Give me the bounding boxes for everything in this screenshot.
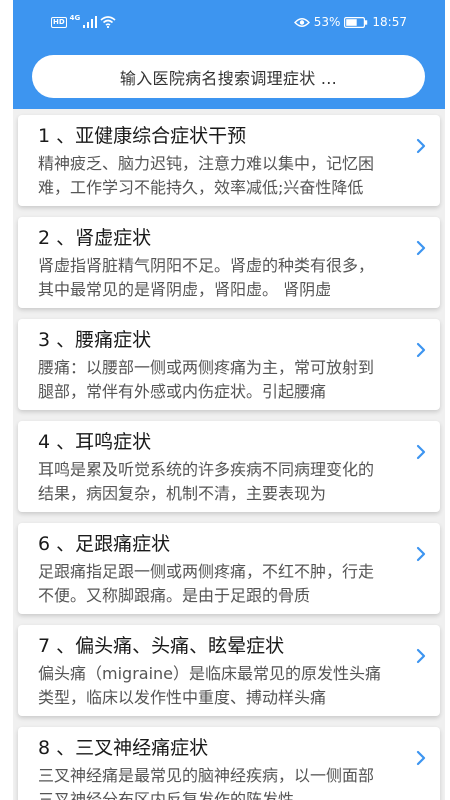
chevron-right-icon: [416, 546, 426, 562]
item-title: 2 、肾虚症状: [38, 227, 152, 249]
search-input[interactable]: 输入医院病名搜索调理症状 ...: [32, 55, 425, 98]
chevron-right-icon: [416, 342, 426, 358]
battery-percent: 53%: [313, 15, 341, 29]
list-item[interactable]: 2 、肾虚症状 肾虚指肾脏精气阴阳不足。肾虚的种类有很多，其中最常见的是肾阴虚，…: [18, 217, 440, 308]
list-item[interactable]: 1 、亚健康综合症状干预 精神疲乏、脑力迟钝，注意力难以集中，记忆困难，工作学习…: [18, 115, 440, 206]
item-title: 1 、亚健康综合症状干预: [38, 125, 247, 147]
chevron-right-icon: [416, 138, 426, 154]
wifi-icon: [100, 16, 116, 28]
chevron-right-icon: [416, 240, 426, 256]
item-description: 三叉神经痛是最常见的脑神经疾病，以一侧面部三叉神经分布区内反复发作的阵发性: [38, 766, 375, 800]
item-description: 偏头痛（migraine）是临床最常见的原发性头痛类型，临床以发作性中重度、搏动…: [38, 664, 382, 707]
app-screen: HD 4G 53% 18:57 输入医院病名搜索调理症状 ... 1 、亚健康综…: [13, 0, 445, 800]
list-item[interactable]: 3 、腰痛症状 腰痛：以腰部一侧或两侧疼痛为主，常可放射到腿部，常伴有外感或内伤…: [18, 319, 440, 410]
list-item[interactable]: 4 、耳鸣症状 耳鸣是累及听觉系统的许多疾病不同病理变化的结果，病因复杂，机制不…: [18, 421, 440, 512]
item-description: 腰痛：以腰部一侧或两侧疼痛为主，常可放射到腿部，常伴有外感或内伤症状。引起腰痛: [38, 358, 375, 401]
hd-badge: HD: [51, 16, 67, 28]
battery-icon: [344, 16, 368, 28]
list-item[interactable]: 7 、偏头痛、头痛、眩晕症状 偏头痛（migraine）是临床最常见的原发性头痛…: [18, 625, 440, 716]
chevron-right-icon: [416, 648, 426, 664]
chevron-right-icon: [416, 750, 426, 766]
item-description: 精神疲乏、脑力迟钝，注意力难以集中，记忆困难，工作学习不能持久，效率减低;兴奋性…: [38, 154, 375, 197]
status-right: 53% 18:57: [293, 14, 407, 30]
status-bar: HD 4G 53% 18:57: [13, 0, 445, 44]
list-item[interactable]: 6 、足跟痛症状 足跟痛指足跟一侧或两侧疼痛，不红不肿，行走不便。又称脚跟痛。是…: [18, 523, 440, 614]
item-title: 6 、足跟痛症状: [38, 533, 171, 555]
clock: 18:57: [372, 15, 407, 29]
item-title: 3 、腰痛症状: [38, 329, 152, 351]
list-item[interactable]: 8 、三叉神经痛症状 三叉神经痛是最常见的脑神经疾病，以一侧面部三叉神经分布区内…: [18, 727, 440, 800]
header: HD 4G 53% 18:57 输入医院病名搜索调理症状 ...: [13, 0, 445, 109]
item-description: 足跟痛指足跟一侧或两侧疼痛，不红不肿，行走不便。又称脚跟痛。是由于足跟的骨质: [38, 562, 375, 605]
item-title: 8 、三叉神经痛症状: [38, 737, 209, 759]
item-title: 7 、偏头痛、头痛、眩晕症状: [38, 635, 285, 657]
chevron-right-icon: [416, 444, 426, 460]
network-type: 4G: [69, 14, 81, 22]
item-title: 4 、耳鸣症状: [38, 431, 152, 453]
item-description: 肾虚指肾脏精气阴阳不足。肾虚的种类有很多，其中最常见的是肾阴虚，肾阳虚。 肾阴虚: [38, 256, 375, 299]
signal-icon: [83, 16, 98, 28]
status-left: HD 4G: [51, 14, 116, 30]
item-description: 耳鸣是累及听觉系统的许多疾病不同病理变化的结果，病因复杂，机制不清，主要表现为: [38, 460, 375, 503]
search-placeholder: 输入医院病名搜索调理症状 ...: [119, 68, 338, 88]
eye-icon: [293, 17, 310, 27]
